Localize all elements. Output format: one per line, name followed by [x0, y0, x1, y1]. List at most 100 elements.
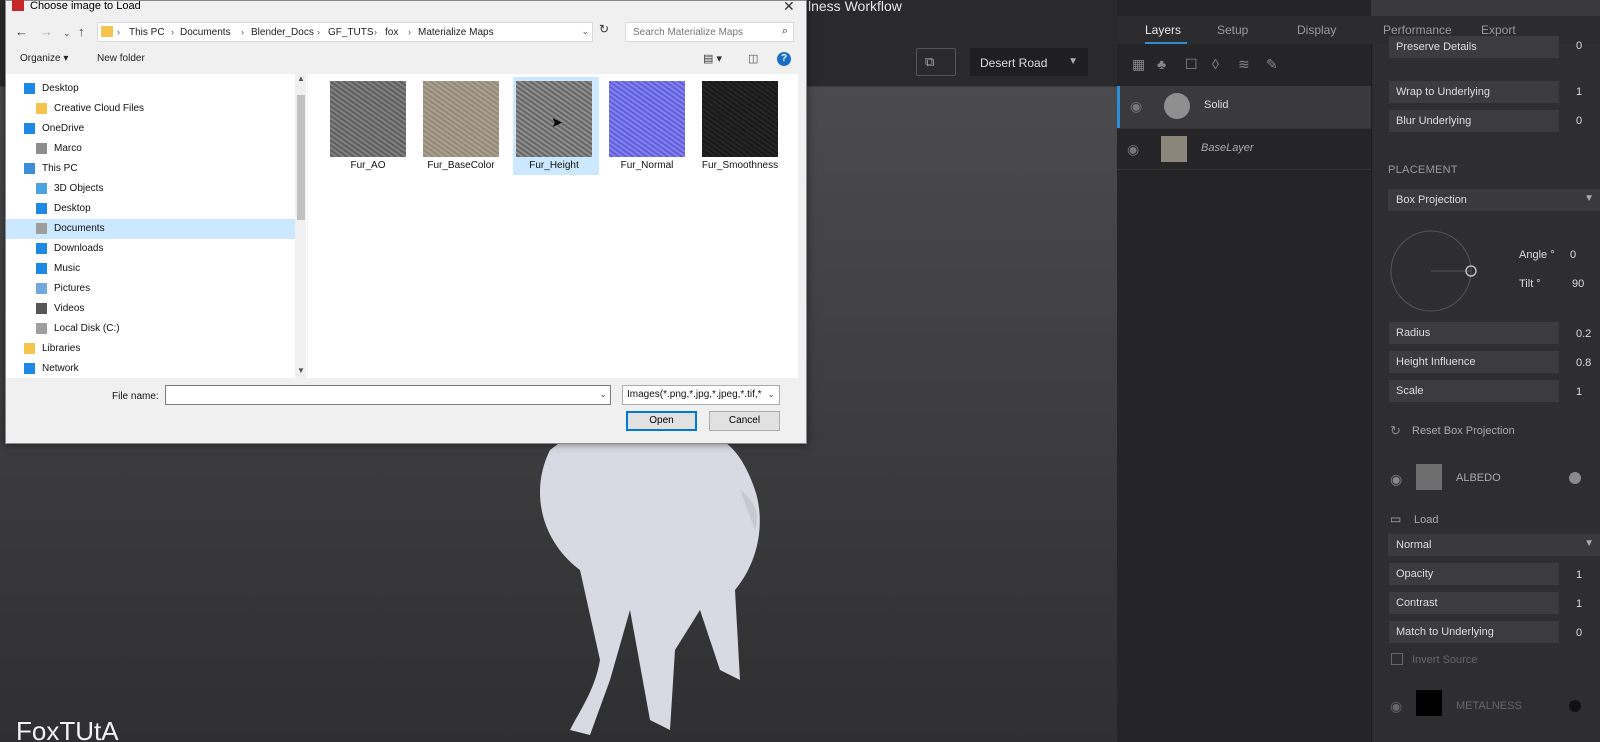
- match-underlying-slider[interactable]: Match to Underlying: [1389, 621, 1559, 643]
- open-button[interactable]: Open: [626, 411, 697, 431]
- albedo-color-swatch[interactable]: [1569, 472, 1581, 484]
- metalness-color-swatch[interactable]: [1569, 700, 1581, 712]
- nav-scrollbar-thumb[interactable]: [297, 95, 305, 220]
- wrap-underlying-slider[interactable]: Wrap to Underlying: [1389, 81, 1559, 103]
- height-influence-value[interactable]: 0.8: [1576, 357, 1591, 369]
- wrap-underlying-value[interactable]: 1: [1576, 86, 1582, 98]
- preview-pane-icon[interactable]: ◫: [748, 52, 758, 65]
- tilt-value[interactable]: 90: [1572, 278, 1584, 290]
- leaf-icon[interactable]: ♣: [1157, 56, 1166, 72]
- tab-layers[interactable]: Layers: [1145, 23, 1181, 37]
- organize-button[interactable]: Organize ▾: [20, 53, 68, 64]
- address-bar[interactable]: › This PC › Documents › Blender_Docs › G…: [97, 22, 593, 42]
- file-name[interactable]: Fur_Normal: [602, 160, 692, 171]
- blur-underlying-slider[interactable]: Blur Underlying: [1389, 110, 1559, 132]
- nav-item[interactable]: Downloads: [6, 239, 296, 259]
- angle-dial[interactable]: [1388, 228, 1478, 314]
- search-input[interactable]: Search Materialize Maps ⌕: [625, 22, 794, 42]
- file-name[interactable]: Fur_BaseColor: [416, 160, 506, 171]
- new-folder-button[interactable]: New folder: [97, 53, 145, 64]
- placement-header[interactable]: PLACEMENT: [1388, 164, 1458, 176]
- layer-row-solid[interactable]: ◉ Solid: [1117, 86, 1371, 128]
- breadcrumb-item[interactable]: Blender_Docs: [251, 27, 314, 38]
- eye-icon[interactable]: ◉: [1127, 141, 1139, 158]
- breadcrumb-item[interactable]: GF_TUTS: [328, 27, 374, 38]
- tab-export[interactable]: Export: [1481, 23, 1516, 37]
- preserve-details-slider[interactable]: Preserve Details: [1389, 36, 1559, 58]
- waves-icon[interactable]: ≋: [1238, 56, 1250, 73]
- nav-item[interactable]: OneDrive: [6, 119, 296, 139]
- opacity-value[interactable]: 1: [1576, 569, 1582, 581]
- recent-locations-chevron-icon[interactable]: ⌄: [63, 28, 71, 39]
- refresh-icon[interactable]: ↻: [596, 22, 612, 42]
- file-thumbnail[interactable]: [609, 81, 685, 157]
- nav-item[interactable]: Desktop: [6, 199, 296, 219]
- eye-icon[interactable]: ◉: [1130, 98, 1142, 115]
- change-view-icon[interactable]: ▤ ▾: [703, 52, 722, 65]
- blur-underlying-value[interactable]: 0: [1576, 115, 1582, 127]
- square-icon[interactable]: ☐: [1185, 56, 1198, 73]
- eye-icon[interactable]: ◉: [1390, 698, 1402, 715]
- file-name[interactable]: Fur_AO: [323, 160, 413, 171]
- forward-arrow-icon[interactable]: →: [40, 24, 53, 39]
- close-icon[interactable]: ✕: [783, 0, 795, 15]
- nav-item[interactable]: This PC: [6, 159, 296, 179]
- nav-item[interactable]: Local Disk (C:): [6, 319, 296, 339]
- nav-item[interactable]: Documents: [6, 219, 296, 239]
- load-button[interactable]: Load: [1414, 514, 1438, 526]
- projection-select[interactable]: Box Projection ▼: [1388, 189, 1600, 211]
- environment-select[interactable]: Desert Road ▼: [970, 48, 1088, 76]
- brush-icon[interactable]: ✎: [1266, 56, 1278, 73]
- preserve-details-value[interactable]: 0: [1576, 40, 1582, 52]
- drop-icon[interactable]: ◊: [1212, 56, 1219, 72]
- file-name-input[interactable]: ⌄: [165, 385, 611, 405]
- tab-performance[interactable]: Performance: [1383, 23, 1452, 37]
- file-name[interactable]: Fur_Smoothness: [695, 160, 785, 171]
- reset-projection-link[interactable]: Reset Box Projection: [1412, 425, 1515, 437]
- scale-value[interactable]: 1: [1576, 386, 1582, 398]
- eye-icon[interactable]: ◉: [1390, 471, 1402, 488]
- nav-item[interactable]: Pictures: [6, 279, 296, 299]
- nav-item[interactable]: Marco: [6, 139, 296, 159]
- height-influence-slider[interactable]: Height Influence: [1389, 351, 1559, 373]
- chevron-down-icon[interactable]: ⌄: [581, 26, 589, 37]
- breadcrumb-item[interactable]: This PC: [129, 27, 165, 38]
- file-thumbnail[interactable]: [702, 81, 778, 157]
- nav-item[interactable]: Libraries: [6, 339, 296, 359]
- opacity-slider[interactable]: Opacity: [1389, 563, 1559, 585]
- scale-slider[interactable]: Scale: [1389, 380, 1559, 402]
- breadcrumb-item[interactable]: Documents: [180, 27, 231, 38]
- radius-value[interactable]: 0.2: [1576, 328, 1591, 340]
- file-thumbnail[interactable]: [423, 81, 499, 157]
- breadcrumb-item[interactable]: fox: [385, 27, 398, 38]
- grid-icon[interactable]: ▦: [1132, 56, 1145, 73]
- match-underlying-value[interactable]: 0: [1576, 627, 1582, 639]
- nav-item[interactable]: 3D Objects: [6, 179, 296, 199]
- metalness-header[interactable]: METALNESS: [1456, 700, 1522, 712]
- nav-item[interactable]: Music: [6, 259, 296, 279]
- file-name[interactable]: Fur_Height: [509, 160, 599, 171]
- view-toggle-button[interactable]: ⧉: [916, 48, 956, 76]
- file-thumbnail[interactable]: [330, 81, 406, 157]
- nav-item[interactable]: Network: [6, 359, 296, 379]
- contrast-value[interactable]: 1: [1576, 598, 1582, 610]
- blend-mode-select[interactable]: Normal ▼: [1388, 534, 1600, 556]
- radius-slider[interactable]: Radius: [1389, 322, 1559, 344]
- nav-item[interactable]: Desktop: [6, 79, 296, 99]
- help-icon[interactable]: ?: [777, 52, 791, 66]
- breadcrumb-item[interactable]: Materialize Maps: [418, 27, 494, 38]
- up-arrow-icon[interactable]: ↑: [78, 24, 85, 39]
- albedo-header[interactable]: ALBEDO: [1456, 472, 1501, 484]
- scroll-down-icon[interactable]: ▼: [297, 366, 305, 375]
- angle-value[interactable]: 0: [1570, 249, 1576, 261]
- cancel-button[interactable]: Cancel: [709, 411, 780, 431]
- chevron-down-icon[interactable]: ⌄: [599, 389, 607, 400]
- reset-icon[interactable]: ↻: [1390, 423, 1401, 439]
- file-type-select[interactable]: Images(*.png,*.jpg,*.jpeg,*.tif,* ⌄: [622, 385, 780, 405]
- nav-item[interactable]: Videos: [6, 299, 296, 319]
- scroll-up-icon[interactable]: ▲: [297, 74, 305, 83]
- invert-source-checkbox[interactable]: [1391, 653, 1403, 665]
- nav-item[interactable]: Creative Cloud Files: [6, 99, 296, 119]
- contrast-slider[interactable]: Contrast: [1389, 592, 1559, 614]
- tab-setup[interactable]: Setup: [1217, 23, 1248, 37]
